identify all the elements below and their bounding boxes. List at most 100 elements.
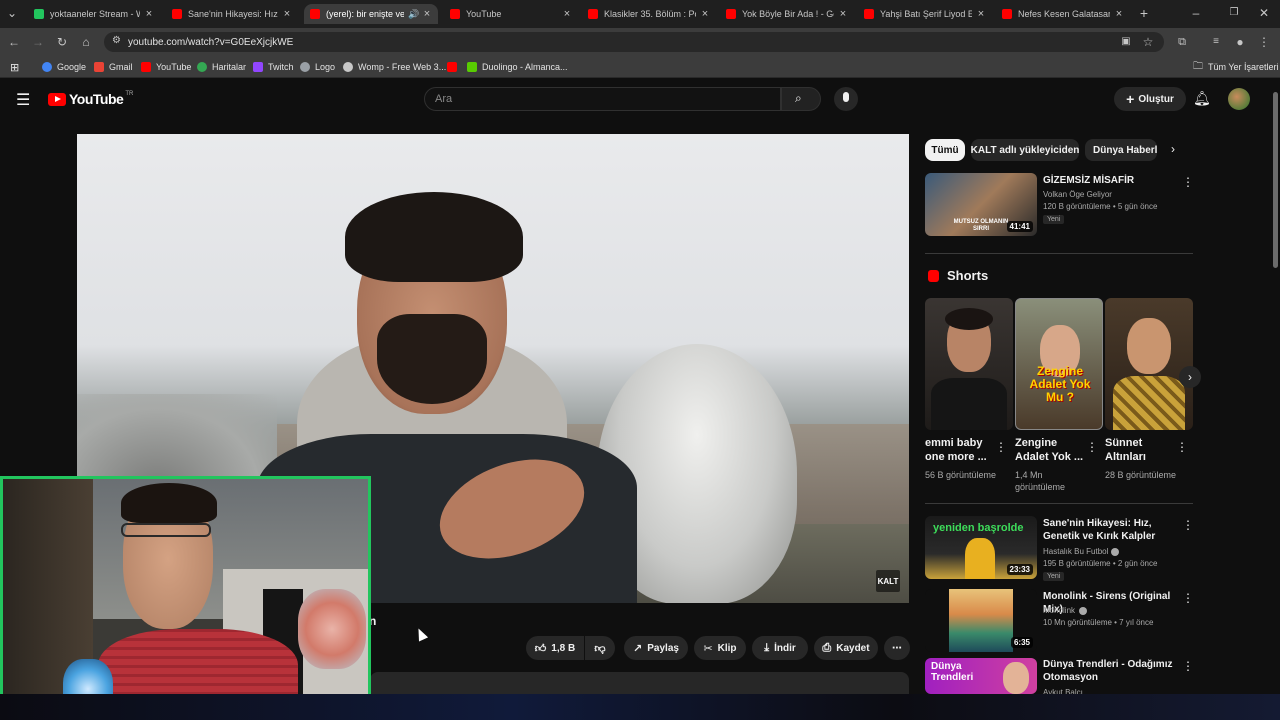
close-tab-icon[interactable]: × <box>422 8 432 20</box>
chrome-menu-icon[interactable]: ⋮ <box>1256 34 1272 50</box>
extensions-icon[interactable]: ⧉ <box>1174 34 1190 50</box>
bookmark-twitch[interactable]: Twitch <box>253 60 294 74</box>
video-thumbnail[interactable]: Dünya Trendleri <box>925 658 1037 694</box>
chip-all[interactable]: Tümü <box>925 139 965 161</box>
apps-grid-icon[interactable]: ⊞ <box>10 60 19 74</box>
close-window-icon[interactable]: ✕ <box>1256 5 1272 21</box>
globe-icon <box>343 62 353 72</box>
save-label: Kaydet <box>836 642 870 654</box>
channel-name[interactable]: Hastalık Bu Futbol <box>1043 546 1108 558</box>
more-actions-button[interactable]: ⋯ <box>884 636 910 660</box>
video-menu-icon[interactable]: ⋮ <box>1182 518 1194 532</box>
clip-button[interactable]: ✂ Klip <box>694 636 746 660</box>
video-menu-icon[interactable]: ⋮ <box>1182 659 1194 673</box>
chip-world-news[interactable]: Dünya Haberleri <box>1085 139 1157 161</box>
chip-from-uploader[interactable]: KALT adlı yükleyiciden <box>971 139 1079 161</box>
create-button[interactable]: + Oluştur <box>1114 87 1186 111</box>
close-tab-icon[interactable]: × <box>562 8 572 20</box>
chevron-right-icon[interactable]: › <box>1171 142 1175 156</box>
video-thumbnail[interactable]: yeniden başrolde 23:33 <box>925 516 1037 579</box>
notifications-bell-icon[interactable]: 🔔︎ <box>1193 90 1211 107</box>
channel-name[interactable]: Monolink <box>1043 605 1075 617</box>
bookmark-gmail[interactable]: Gmail <box>94 60 133 74</box>
shorts-icon <box>928 270 939 282</box>
youtube-favicon-icon <box>450 9 460 19</box>
bookmark-haritalar[interactable]: Haritalar <box>197 60 246 74</box>
scrollbar-thumb[interactable] <box>1273 92 1278 268</box>
short-title[interactable]: Sünnet Altınları <box>1105 436 1175 464</box>
hamburger-menu-icon[interactable]: ☰ <box>16 90 30 110</box>
search-input[interactable]: Ara <box>424 87 781 111</box>
voice-search-button[interactable] <box>834 87 858 111</box>
short-thumbnail[interactable] <box>925 298 1013 430</box>
reload-icon[interactable]: ↻ <box>54 34 70 50</box>
close-tab-icon[interactable]: × <box>700 8 710 20</box>
share-button[interactable]: ↗ Paylaş <box>624 636 688 660</box>
minimize-window-icon[interactable]: – <box>1188 5 1204 21</box>
close-tab-icon[interactable]: × <box>1114 8 1124 20</box>
audio-playing-icon[interactable]: 🔊 <box>408 9 419 20</box>
video-title[interactable]: Sane'nin Hikayesi: Hız, Genetik ve Kırık… <box>1043 517 1179 543</box>
video-menu-icon[interactable]: ⋮ <box>1182 591 1194 605</box>
bookmark-duolingo[interactable]: Duolingo - Almanca... <box>467 60 568 74</box>
tab-active-video[interactable]: (yerel): bir enişte ve 🔊 × <box>304 4 438 24</box>
bookmark-womp[interactable]: Womp - Free Web 3... <box>343 60 446 74</box>
tab-youtube[interactable]: YouTube × <box>444 4 578 24</box>
host-face <box>1003 662 1029 694</box>
bookmark-youtube-2[interactable] <box>447 60 462 74</box>
forward-arrow-icon[interactable]: → <box>30 34 46 50</box>
new-tab-button[interactable]: + <box>1136 5 1152 21</box>
bookmark-google[interactable]: Google <box>42 60 86 74</box>
tab-yoktaaneler[interactable]: yoktaaneler Stream - Wa × <box>28 4 160 24</box>
shorts-next-button[interactable]: › <box>1179 366 1201 388</box>
close-tab-icon[interactable]: × <box>838 8 848 20</box>
channel-name[interactable]: Volkan Öge Geliyor <box>1043 189 1112 201</box>
close-tab-icon[interactable]: × <box>976 8 986 20</box>
site-info-icon[interactable]: ⚙ <box>112 35 121 46</box>
close-tab-icon[interactable]: × <box>282 8 292 20</box>
youtube-logo[interactable]: YouTube TR <box>48 91 133 107</box>
video-title[interactable]: Dünya Trendleri - Odağımız Otomasyon <box>1043 658 1179 684</box>
close-tab-icon[interactable]: × <box>144 8 154 20</box>
tab-search-icon[interactable]: ⌄ <box>4 5 20 21</box>
download-button[interactable]: ⤓ İndir <box>752 636 808 660</box>
tab-sane-hikayesi[interactable]: Sane'nin Hikayesi: Hız, Ge × <box>166 4 298 24</box>
back-arrow-icon[interactable]: ← <box>6 34 22 50</box>
video-title[interactable]: GİZEMSİZ MİSAFİR <box>1043 174 1173 187</box>
save-button[interactable]: ⎙ Kaydet <box>814 636 878 660</box>
dislike-button[interactable]: 👎︎ <box>585 636 615 660</box>
streamer-hair <box>121 483 217 523</box>
like-button[interactable]: 👍︎ 1,8 B <box>526 636 584 660</box>
kick-favicon-icon <box>34 9 44 19</box>
restore-window-icon[interactable]: ❐ <box>1226 5 1242 21</box>
short-thumbnail[interactable] <box>1105 298 1193 430</box>
search-button[interactable]: ⌕ <box>781 87 821 111</box>
address-bar[interactable]: ⚙ youtube.com/watch?v=G0EeXjcjkWE <box>104 32 1164 52</box>
bookmark-star-icon[interactable]: ☆ <box>1140 34 1156 50</box>
profile-icon[interactable]: ● <box>1232 34 1248 50</box>
install-app-icon[interactable]: ▣ <box>1118 34 1134 50</box>
avatar[interactable] <box>1228 88 1250 110</box>
tab-yahsi-bati[interactable]: Yahşi Batı Şerif Liyod Efsa × <box>858 4 992 24</box>
short-title[interactable]: Zengine Adalet Yok ... <box>1015 436 1085 464</box>
short-menu-icon[interactable]: ⋮ <box>1086 440 1098 454</box>
short-thumbnail[interactable]: Zengine Adalet Yok Mu ? <box>1015 298 1103 430</box>
all-bookmarks[interactable]: 🗀 Tüm Yer İşaretleri <box>1193 60 1279 74</box>
media-control-icon[interactable]: ≡ <box>1208 34 1224 50</box>
home-icon[interactable]: ⌂ <box>78 34 94 50</box>
short-menu-icon[interactable]: ⋮ <box>1176 440 1188 454</box>
tab-klasikler[interactable]: Klasikler 35. Bölüm : Porte × <box>582 4 716 24</box>
video-thumbnail[interactable]: 6:35 <box>925 589 1037 652</box>
video-thumbnail[interactable]: MUTSUZ OLMANIN SIRRI 41:41 <box>925 173 1037 236</box>
tab-galatasaray[interactable]: Nefes Kesen Galatasaray × <box>996 4 1130 24</box>
bookmark-logo[interactable]: Logo <box>300 60 335 74</box>
channel-watermark[interactable]: KALT <box>876 570 900 592</box>
short-views: 1,4 Mn görüntüleme <box>1015 470 1066 492</box>
tab-yok-boyle-bir-ada[interactable]: Yok Böyle Bir Ada ! - Gözl × <box>720 4 854 24</box>
short-title[interactable]: emmi baby one more ... <box>925 436 995 464</box>
video-menu-icon[interactable]: ⋮ <box>1182 175 1194 189</box>
divider <box>925 253 1193 254</box>
short-menu-icon[interactable]: ⋮ <box>995 440 1007 454</box>
description-panel[interactable] <box>370 672 909 694</box>
bookmark-youtube[interactable]: YouTube <box>141 60 191 74</box>
